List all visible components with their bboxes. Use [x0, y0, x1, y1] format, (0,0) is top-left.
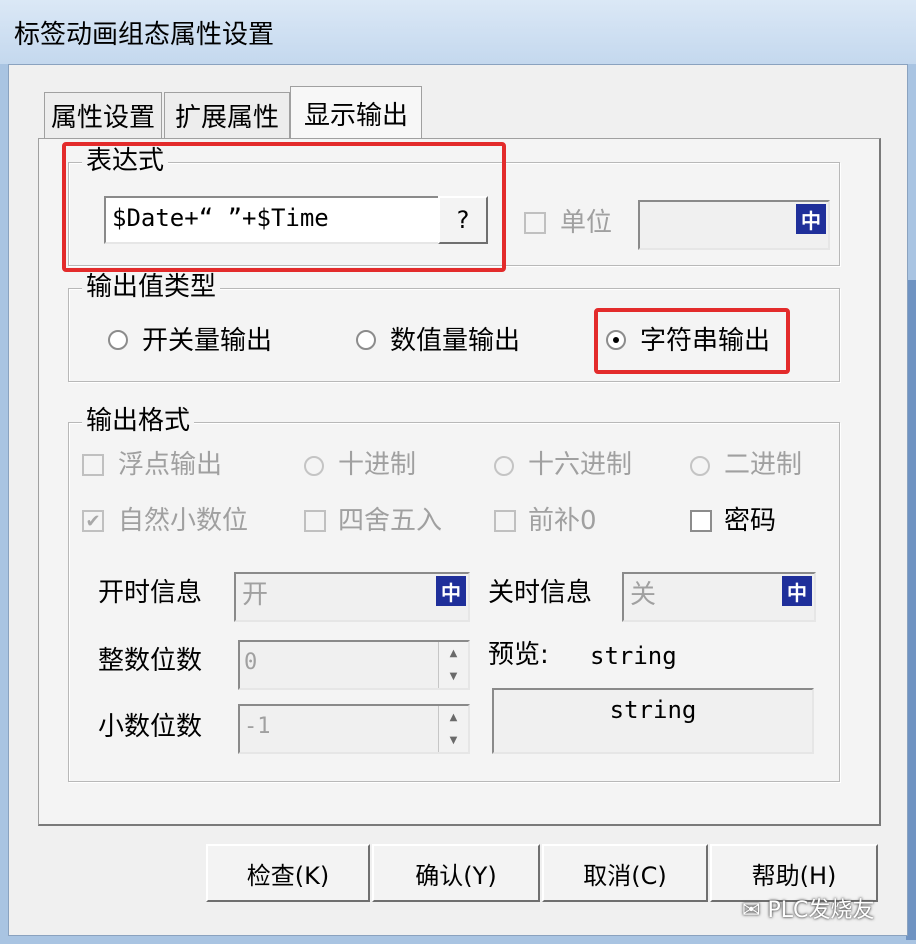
radio-switch-output[interactable] — [108, 330, 128, 350]
unit-checkbox[interactable] — [524, 212, 546, 234]
radio-hexadecimal[interactable] — [494, 456, 514, 476]
decimal-digits-spin-buttons[interactable]: ▲ ▼ — [438, 706, 468, 752]
string-output-highlight — [594, 308, 790, 374]
zero-pad-label: 前补0 — [528, 506, 597, 536]
input-method-icon: 中 — [782, 576, 812, 606]
natural-decimal-checkbox[interactable]: ✔ — [82, 510, 104, 532]
button-label: 取消(C) — [583, 861, 667, 890]
decimal-label: 十进制 — [338, 450, 417, 480]
watermark: ✉ PLC发烧友 — [742, 892, 874, 924]
integer-digits-spinbox[interactable]: 0 ▲ ▼ — [238, 640, 470, 690]
radio-binary[interactable] — [690, 456, 710, 476]
radio-decimal[interactable] — [304, 456, 324, 476]
button-label: 帮助(H) — [751, 861, 837, 890]
rounding-label: 四舍五入 — [338, 506, 443, 536]
tab-display-output[interactable]: 显示输出 — [290, 86, 422, 140]
wechat-icon: ✉ — [742, 898, 768, 923]
confirm-button[interactable]: 确认(Y) — [372, 844, 540, 902]
input-method-icon: 中 — [796, 204, 826, 234]
tab-label: 扩展属性 — [174, 103, 279, 133]
hexadecimal-label: 十六进制 — [528, 450, 633, 480]
on-info-input[interactable]: 开 中 — [234, 572, 470, 622]
window-title: 标签动画组态属性设置 — [14, 20, 275, 50]
unit-input[interactable]: 中 — [638, 200, 830, 250]
input-method-icon: 中 — [436, 576, 466, 606]
title-bar[interactable]: 标签动画组态属性设置 — [0, 0, 916, 64]
password-checkbox[interactable] — [690, 510, 712, 532]
button-label: 确认(Y) — [415, 861, 497, 890]
decimal-digits-value: -1 — [244, 714, 271, 739]
preview-label: 预览: — [488, 640, 549, 670]
preview-box-value: string — [609, 696, 697, 724]
decimal-digits-spinbox[interactable]: -1 ▲ ▼ — [238, 704, 470, 754]
preview-value: string — [590, 642, 677, 670]
tab-label: 属性设置 — [50, 103, 155, 133]
natural-decimal-label: 自然小数位 — [118, 506, 249, 536]
expression-highlight — [62, 142, 506, 272]
on-info-label: 开时信息 — [98, 578, 203, 608]
button-label: 检查(K) — [246, 861, 330, 890]
numeric-output-label: 数值量输出 — [390, 326, 521, 356]
spin-down-icon[interactable]: ▼ — [439, 665, 468, 688]
on-info-value: 开 — [242, 580, 269, 610]
off-info-input[interactable]: 关 中 — [622, 572, 816, 622]
password-label: 密码 — [724, 506, 777, 536]
cancel-button[interactable]: 取消(C) — [542, 844, 708, 902]
rounding-checkbox[interactable] — [304, 510, 326, 532]
off-info-label: 关时信息 — [488, 578, 593, 608]
tab-extended-attributes[interactable]: 扩展属性 — [164, 92, 290, 138]
check-button[interactable]: 检查(K) — [206, 844, 370, 902]
zero-pad-checkbox[interactable] — [494, 510, 516, 532]
output-type-legend: 输出值类型 — [82, 272, 221, 302]
tab-label: 显示输出 — [303, 101, 408, 131]
integer-digits-label: 整数位数 — [98, 646, 203, 676]
spin-up-icon[interactable]: ▲ — [439, 642, 468, 665]
integer-digits-value: 0 — [244, 650, 258, 675]
integer-digits-spin-buttons[interactable]: ▲ ▼ — [438, 642, 468, 688]
radio-numeric-output[interactable] — [356, 330, 376, 350]
spin-down-icon[interactable]: ▼ — [439, 729, 468, 752]
checkmark-icon: ✔ — [85, 510, 101, 532]
spin-up-icon[interactable]: ▲ — [439, 706, 468, 729]
output-format-legend: 输出格式 — [82, 406, 195, 436]
decimal-digits-label: 小数位数 — [98, 712, 203, 742]
watermark-text: PLC发烧友 — [767, 898, 875, 923]
binary-label: 二进制 — [724, 450, 803, 480]
unit-label: 单位 — [560, 208, 613, 238]
float-output-checkbox[interactable] — [82, 454, 104, 476]
switch-output-label: 开关量输出 — [142, 326, 273, 356]
tab-attribute-settings[interactable]: 属性设置 — [44, 92, 162, 138]
float-output-label: 浮点输出 — [118, 450, 223, 480]
off-info-value: 关 — [630, 580, 657, 610]
preview-box: string — [492, 688, 814, 754]
